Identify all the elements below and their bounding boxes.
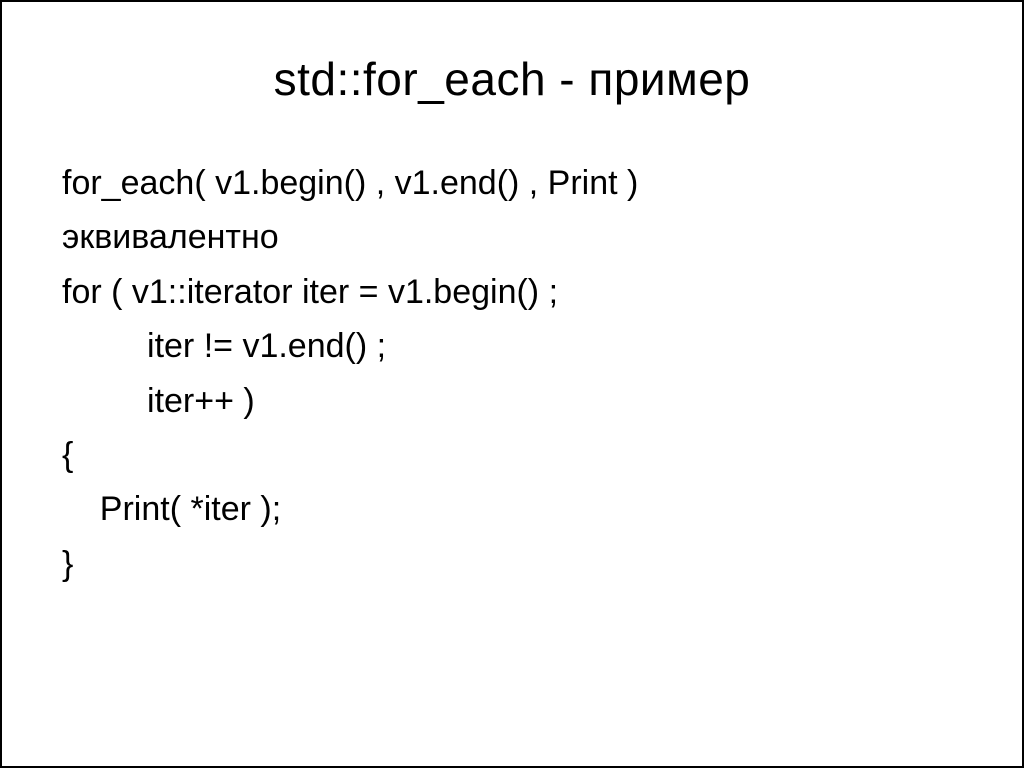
slide-title: std::for_each - пример — [62, 52, 962, 106]
code-line: { — [62, 428, 962, 482]
code-line: for ( v1::iterator iter = v1.begin() ; — [62, 265, 962, 319]
slide-container: std::for_each - пример for_each( v1.begi… — [0, 0, 1024, 768]
code-line: } — [62, 537, 962, 591]
code-line: iter++ ) — [62, 374, 962, 428]
code-line: iter != v1.end() ; — [62, 319, 962, 373]
code-line: эквивалентно — [62, 210, 962, 264]
slide-content: for_each( v1.begin() , v1.end() , Print … — [62, 156, 962, 591]
code-line: Print( *iter ); — [62, 482, 962, 536]
code-line: for_each( v1.begin() , v1.end() , Print … — [62, 156, 962, 210]
